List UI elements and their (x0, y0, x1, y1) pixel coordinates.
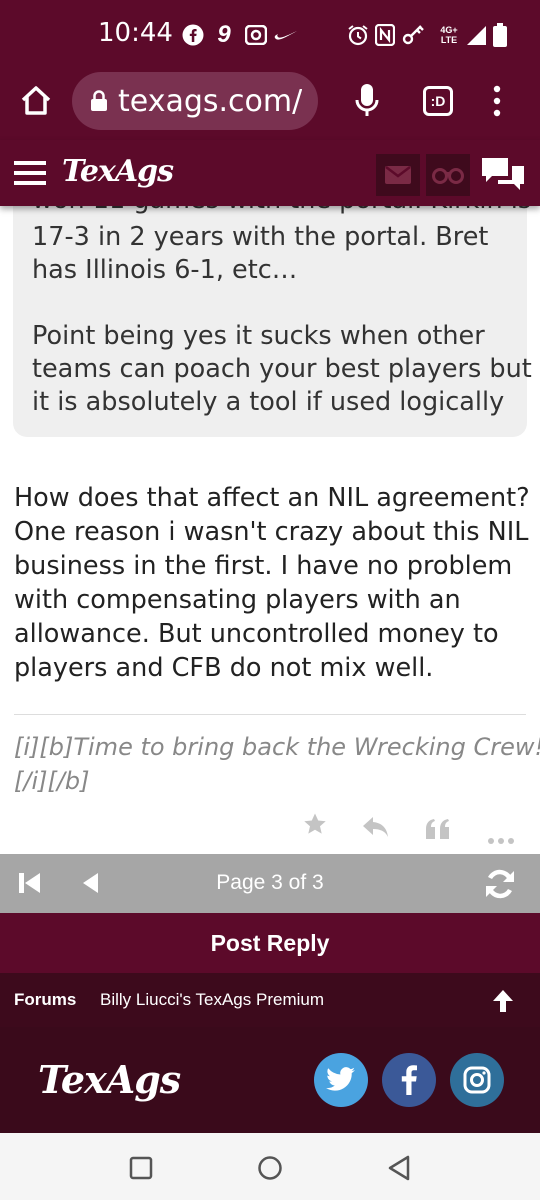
twitter-icon[interactable] (314, 1053, 368, 1107)
footer-logo[interactable]: TexAgs (38, 1057, 181, 1102)
pagination-bar: Page 3 of 3 (0, 854, 540, 913)
post-line: How does that affect an NIL agreement? (14, 483, 530, 513)
quote-line: has Illinois 6-1, etc… (32, 255, 298, 285)
facebook-notification-icon (181, 22, 205, 48)
post-line: business in the first. I have no problem (14, 551, 513, 581)
instagram-icon[interactable] (450, 1053, 504, 1107)
app-notification-icon: 9 (217, 21, 231, 48)
reply-icon[interactable] (362, 813, 390, 845)
back-button-icon[interactable] (387, 1155, 411, 1181)
watch-button[interactable] (426, 154, 470, 196)
camera-notification-icon (244, 22, 268, 48)
breadcrumb-section-link[interactable]: Billy Liucci's TexAgs Premium (100, 990, 324, 1010)
network-type-label: 4G+ LTE (440, 25, 458, 45)
signal-icon (464, 22, 488, 48)
nfc-icon (374, 22, 396, 48)
address-bar[interactable]: texags.com/ (72, 72, 318, 130)
microphone-icon[interactable] (354, 82, 380, 120)
post-line: with compensating players with an (14, 585, 461, 615)
chat-icon[interactable] (480, 156, 526, 194)
scroll-to-top-icon[interactable] (492, 989, 514, 1013)
battery-icon (492, 22, 508, 48)
nike-notification-icon (274, 22, 298, 48)
system-navigation-bar (0, 1133, 540, 1200)
breadcrumb-forums-link[interactable]: Forums (14, 990, 76, 1010)
facebook-icon[interactable] (382, 1053, 436, 1107)
status-bar: 10:44 9 4G+ LTE (0, 0, 540, 70)
browser-toolbar: texags.com/ :D (0, 70, 540, 140)
home-button-icon[interactable] (257, 1155, 283, 1181)
quote-icon[interactable] (425, 814, 451, 846)
post-reply-label: Post Reply (210, 929, 330, 956)
page-indicator: Page 3 of 3 (216, 871, 324, 894)
network-type-indicator: 4G+ LTE (432, 22, 466, 48)
site-logo[interactable]: TexAgs (62, 154, 174, 189)
post-line: players and CFB do not mix well. (14, 653, 434, 683)
signature-divider (14, 714, 526, 715)
quote-line: 17-3 in 2 years with the portal. Bret (32, 222, 489, 252)
breadcrumb: Forums Billy Liucci's TexAgs Premium (0, 973, 540, 1027)
home-icon[interactable] (17, 82, 55, 120)
tab-switcher-label: :D (430, 93, 446, 109)
quote-line: it is absolutely a tool if used logicall… (32, 387, 505, 417)
site-header: TexAgs (0, 140, 540, 206)
overflow-menu-icon[interactable] (490, 84, 504, 118)
status-time: 10:44 (98, 18, 173, 48)
more-options-icon[interactable] (487, 820, 515, 852)
hamburger-menu-icon[interactable] (14, 160, 46, 186)
star-icon[interactable] (303, 811, 327, 843)
post-reply-button[interactable]: Post Reply (0, 913, 540, 973)
messages-button[interactable] (376, 154, 420, 196)
post-line: allowance. But uncontrolled money to (14, 619, 499, 649)
alarm-icon (346, 22, 370, 48)
post-line: One reason i wasn't crazy about this NIL (14, 517, 529, 547)
url-text[interactable]: texags.com/ (118, 84, 302, 119)
lock-icon (90, 90, 108, 112)
signature-line: [/i][/b] (14, 767, 90, 795)
tab-switcher-button[interactable]: :D (423, 86, 453, 116)
signature-line: [i][b]Time to bring back the Wrecking Cr… (14, 733, 540, 761)
quote-line: teams can poach your best players but (32, 354, 532, 384)
refresh-icon[interactable] (483, 867, 517, 901)
quote-line: Point being yes it sucks when other (32, 321, 485, 351)
vpn-key-icon (402, 22, 426, 48)
recent-apps-icon[interactable] (129, 1156, 153, 1180)
